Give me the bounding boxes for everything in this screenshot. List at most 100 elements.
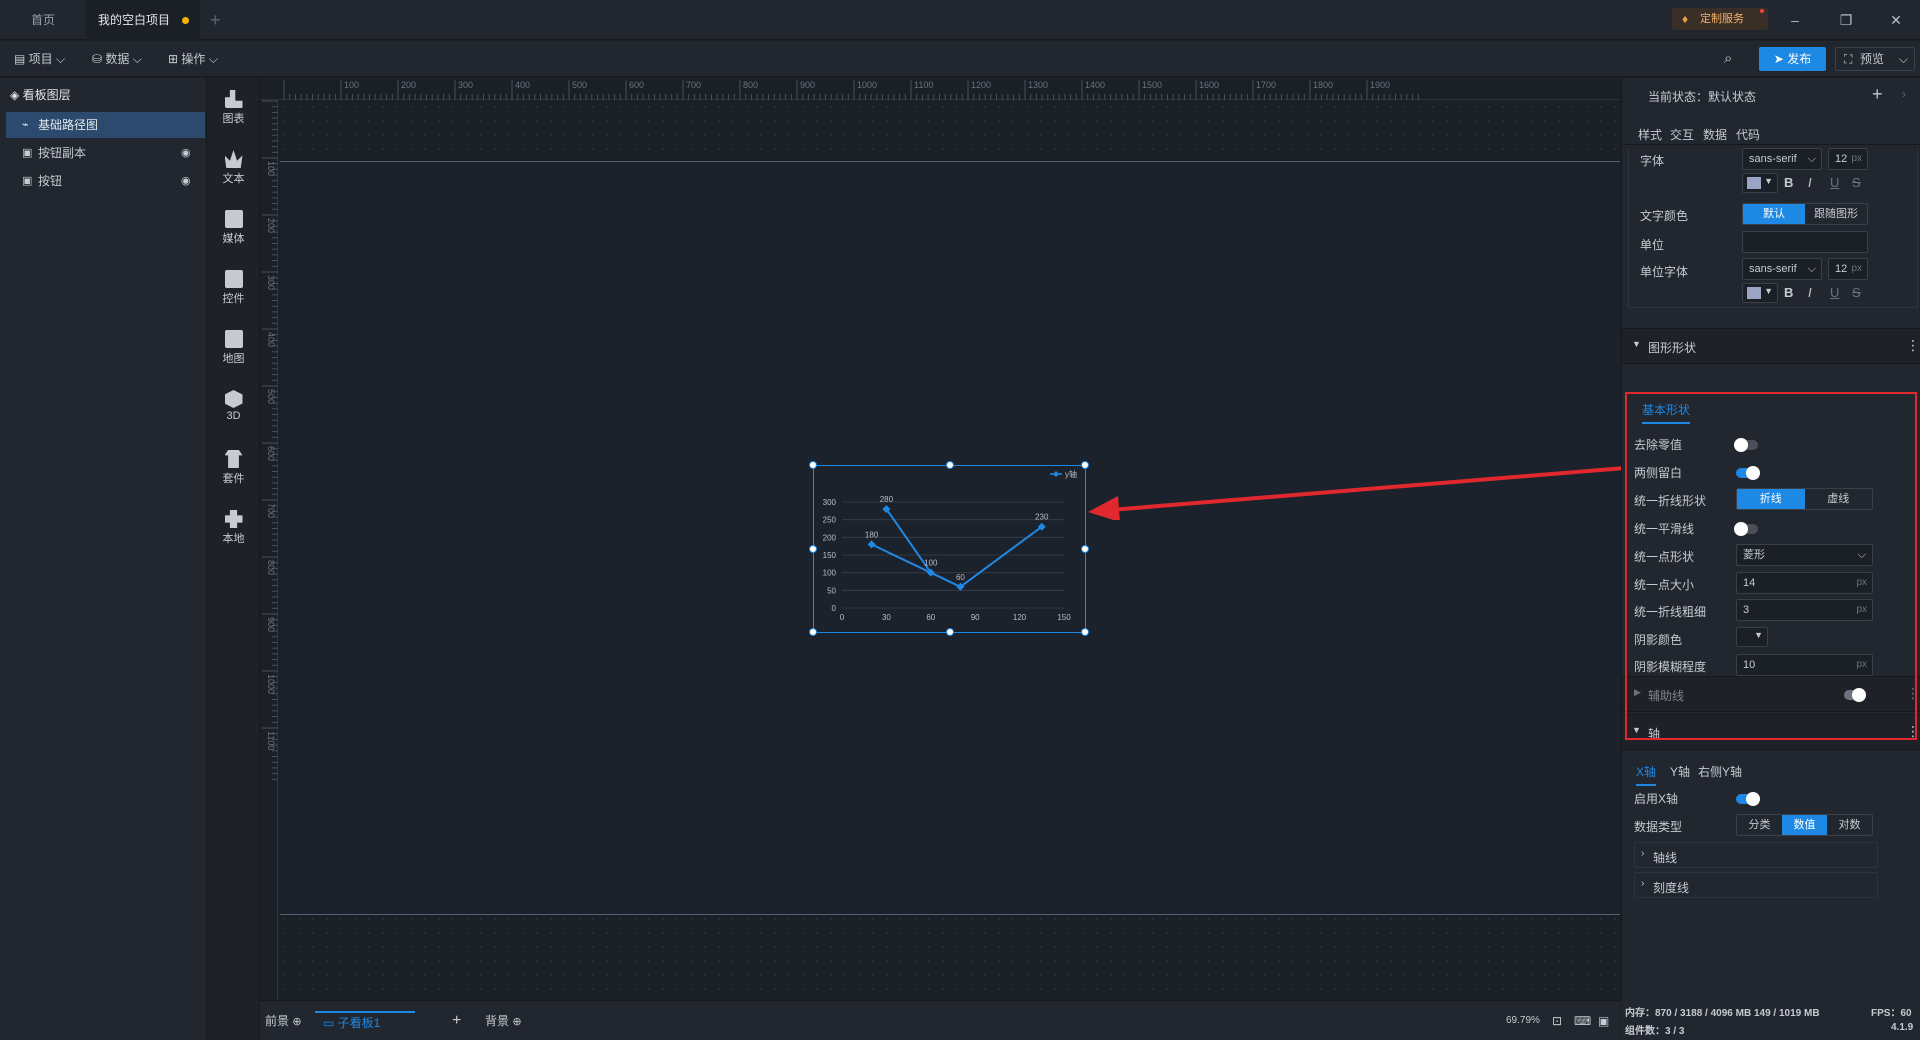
- preview-label: 预览: [1860, 52, 1885, 66]
- chevron-down-icon[interactable]: ⌵: [1899, 48, 1908, 70]
- underline-icon[interactable]: U: [1830, 285, 1839, 300]
- font-size-input[interactable]: 12 px: [1828, 148, 1868, 170]
- strikethrough-icon[interactable]: S: [1852, 175, 1861, 190]
- enable-x-axis-toggle[interactable]: [1736, 792, 1760, 806]
- italic-icon[interactable]: I: [1808, 175, 1812, 190]
- tab-style[interactable]: 样式: [1638, 126, 1662, 143]
- selected-chart-widget[interactable]: 0 50 100 150 200 250 300 0 30 60 90 120 150 280 100 180…: [809, 461, 1089, 636]
- italic-icon[interactable]: I: [1808, 285, 1812, 300]
- add-tab-icon[interactable]: +: [210, 10, 221, 31]
- layer-item-path-chart[interactable]: ⌁ 基础路径图: [6, 112, 205, 138]
- tab-code[interactable]: 代码: [1736, 126, 1760, 143]
- data-point: [867, 540, 876, 549]
- ruler-tick-label: 1900: [1370, 80, 1390, 90]
- component-chart[interactable]: 图表: [207, 90, 260, 126]
- search-icon[interactable]: ⌕: [1724, 50, 1732, 67]
- close-icon[interactable]: ✕: [1884, 8, 1908, 32]
- bold-icon[interactable]: B: [1784, 175, 1793, 190]
- unit-input[interactable]: [1742, 231, 1868, 253]
- text-color-toggle[interactable]: 默认 跟随图形: [1742, 203, 1868, 225]
- more-vertical-icon[interactable]: ⋮: [1906, 337, 1920, 354]
- caret-down-icon: ▼: [1764, 176, 1773, 186]
- tab-interaction[interactable]: 交互: [1670, 126, 1694, 143]
- tab-sub-board[interactable]: ▭ 子看板1: [315, 1011, 415, 1031]
- add-state-icon[interactable]: +: [1872, 84, 1883, 105]
- tab-data[interactable]: 数据: [1703, 126, 1727, 143]
- eye-hidden-icon[interactable]: ◉: [181, 140, 191, 166]
- status-bar: 内存：870 / 3188 / 4096 MB 149 / 1019 MB FP…: [1621, 1000, 1920, 1040]
- ruler-tick-label: 1300: [1028, 80, 1048, 90]
- zoom-level[interactable]: 69.79%: [1506, 1011, 1540, 1031]
- component-local[interactable]: 本地: [207, 510, 260, 546]
- unit-font-label: 单位字体: [1640, 265, 1689, 279]
- y-tick-label: 300: [823, 498, 837, 507]
- component-kit[interactable]: 套件: [207, 450, 260, 486]
- x-tick-label: 120: [1013, 613, 1027, 622]
- resize-handle[interactable]: [1081, 628, 1089, 636]
- custom-service-button[interactable]: ♦ 定制服务: [1672, 8, 1768, 30]
- shape-section-header[interactable]: ▼ 图形形状 ⋮: [1622, 328, 1920, 364]
- menu-operation[interactable]: ⊞ 操作 ⌵: [168, 49, 218, 69]
- resize-handle[interactable]: [946, 628, 954, 636]
- option-value[interactable]: 数值: [1782, 815, 1827, 835]
- strikethrough-icon[interactable]: S: [1852, 285, 1861, 300]
- component-3d[interactable]: 3D: [207, 390, 260, 422]
- tab-y-axis[interactable]: Y轴: [1670, 763, 1690, 780]
- minimize-icon[interactable]: –: [1783, 8, 1807, 32]
- tab-background[interactable]: 背景 ⊕: [485, 1011, 522, 1031]
- component-control[interactable]: 控件: [207, 270, 260, 306]
- resize-handle[interactable]: [946, 461, 954, 469]
- data-type-toggle[interactable]: 分类 数值 对数: [1736, 814, 1873, 836]
- layer-item-button-copy[interactable]: ▣ 按钮副本 ◉: [6, 140, 205, 166]
- component-map[interactable]: 地图: [207, 330, 260, 366]
- tick-line-row[interactable]: › 刻度线: [1634, 872, 1878, 898]
- send-icon: ➤: [1773, 52, 1788, 66]
- menu-project[interactable]: ▤ 项目 ⌵: [14, 49, 65, 69]
- tab-x-axis[interactable]: X轴: [1636, 763, 1657, 786]
- button-icon: ▣: [22, 175, 33, 187]
- font-family-select[interactable]: sans-serif ⌵: [1742, 148, 1822, 170]
- resize-handle[interactable]: [809, 461, 817, 469]
- resize-handle[interactable]: [809, 628, 817, 636]
- underline-icon[interactable]: U: [1830, 175, 1839, 190]
- chevron-right-icon[interactable]: ›: [1902, 87, 1906, 101]
- component-text[interactable]: 文本: [207, 150, 260, 186]
- unit-font-color-picker[interactable]: ▼: [1742, 283, 1778, 303]
- unit-font-size-input[interactable]: 12 px: [1828, 258, 1868, 280]
- tab-home[interactable]: 首页: [0, 0, 86, 40]
- menu-data[interactable]: ⛁ 数据 ⌵: [92, 49, 142, 69]
- restore-icon[interactable]: ❐: [1834, 8, 1858, 32]
- y-tick-label: 150: [823, 551, 837, 560]
- font-color-picker[interactable]: ▼: [1742, 173, 1778, 193]
- option-log[interactable]: 对数: [1827, 815, 1872, 835]
- component-media[interactable]: 媒体: [207, 210, 260, 246]
- add-circle-icon[interactable]: ⊕: [292, 1016, 301, 1028]
- document-icon: ▤: [14, 52, 29, 66]
- component-count: 组件数：3 / 3: [1625, 1026, 1685, 1037]
- eye-hidden-icon[interactable]: ◉: [181, 168, 191, 194]
- main-toolbar: ▤ 项目 ⌵ ⛁ 数据 ⌵ ⊞ 操作 ⌵ ⌕: [0, 41, 1920, 77]
- layer-item-button[interactable]: ▣ 按钮 ◉: [6, 168, 205, 194]
- unit-font-family-select[interactable]: sans-serif ⌵: [1742, 258, 1822, 280]
- option-category[interactable]: 分类: [1737, 815, 1782, 835]
- option-default[interactable]: 默认: [1743, 204, 1805, 224]
- option-follow-shape[interactable]: 跟随图形: [1805, 204, 1867, 224]
- tab-right-y-axis[interactable]: 右侧Y轴: [1698, 763, 1742, 780]
- preview-button[interactable]: ⛶ 预览 ⌵: [1835, 47, 1915, 71]
- keyboard-icon[interactable]: ⌨: [1574, 1011, 1591, 1031]
- tab-foreground[interactable]: 前景 ⊕: [265, 1011, 302, 1031]
- resize-handle[interactable]: [1081, 545, 1089, 553]
- resize-handle[interactable]: [809, 545, 817, 553]
- terminal-icon[interactable]: ▣: [1598, 1011, 1609, 1031]
- highlight-box: [1625, 392, 1917, 740]
- ruler-tick-label: 1000: [266, 674, 276, 694]
- publish-button[interactable]: ➤ 发布: [1759, 47, 1826, 71]
- axis-line-row[interactable]: › 轴线: [1634, 842, 1878, 868]
- bold-icon[interactable]: B: [1784, 285, 1793, 300]
- add-circle-icon[interactable]: ⊕: [512, 1016, 521, 1028]
- add-board-icon[interactable]: +: [452, 1011, 461, 1031]
- database-icon: ⛁: [92, 52, 106, 66]
- shirt-icon: [224, 450, 243, 468]
- fit-screen-icon[interactable]: ⊡: [1552, 1011, 1562, 1031]
- layer-label: 按钮: [38, 174, 63, 188]
